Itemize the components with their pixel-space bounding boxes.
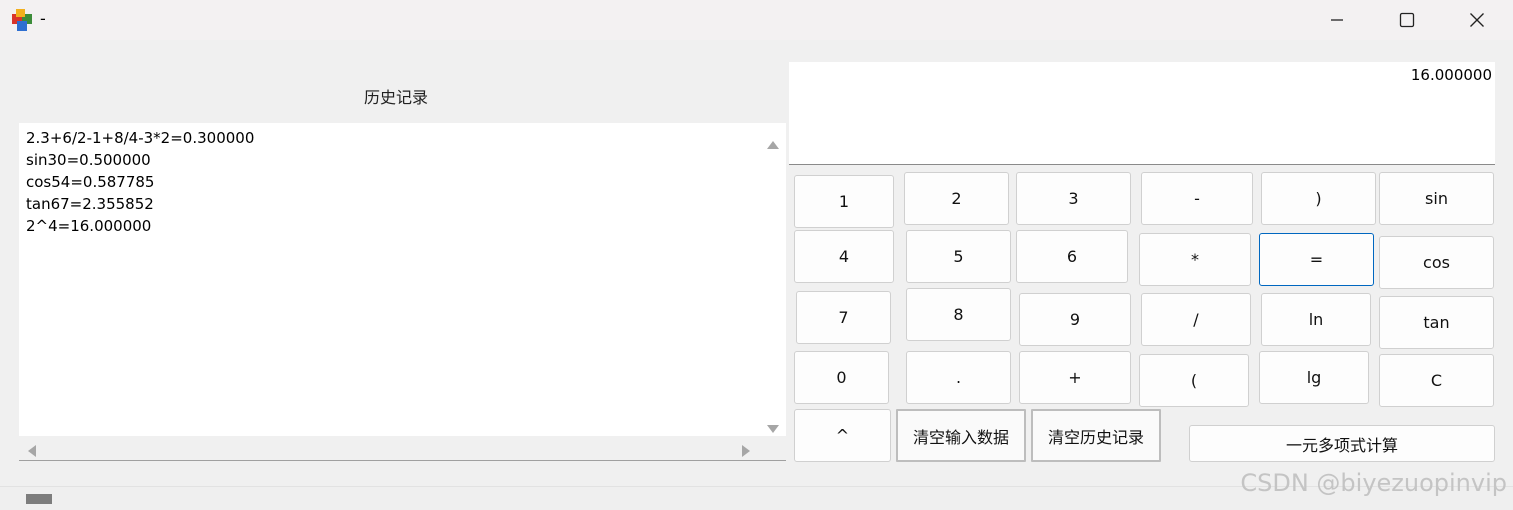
- history-entry: cos54=0.587785: [26, 173, 155, 191]
- display-value: 16.000000: [1410, 66, 1492, 84]
- key-5[interactable]: 5: [906, 230, 1011, 283]
- key-multiply[interactable]: *: [1139, 233, 1251, 286]
- result-display[interactable]: 16.000000: [789, 62, 1495, 165]
- close-icon: [1469, 12, 1485, 28]
- app-icon: [10, 8, 36, 32]
- clear-input-button[interactable]: 清空输入数据: [896, 409, 1026, 462]
- history-entry: sin30=0.500000: [26, 151, 151, 169]
- status-grip: [26, 494, 52, 504]
- key-equals[interactable]: =: [1259, 233, 1374, 286]
- minimize-button[interactable]: [1302, 0, 1372, 40]
- history-entry: 2.3+6/2-1+8/4-3*2=0.300000: [26, 129, 255, 147]
- key-divide[interactable]: /: [1141, 293, 1251, 346]
- key-2[interactable]: 2: [904, 172, 1009, 225]
- maximize-icon: [1399, 12, 1415, 28]
- key-tan[interactable]: tan: [1379, 296, 1494, 349]
- scrollbar-corner: [760, 436, 786, 460]
- key-6[interactable]: 6: [1016, 230, 1128, 283]
- key-4[interactable]: 4: [794, 230, 894, 283]
- polynomial-button[interactable]: 一元多项式计算: [1189, 425, 1495, 462]
- watermark: CSDN @biyezuopinvip: [1240, 469, 1507, 497]
- history-entry: tan67=2.355852: [26, 195, 154, 213]
- key-dot[interactable]: .: [906, 351, 1011, 404]
- scroll-right-arrow-icon[interactable]: [742, 442, 750, 461]
- history-label: 历史记录: [363, 88, 428, 107]
- key-cos[interactable]: cos: [1379, 236, 1494, 289]
- key-right-paren[interactable]: ): [1261, 172, 1376, 225]
- minimize-icon: [1330, 13, 1344, 27]
- key-clear[interactable]: C: [1379, 354, 1494, 407]
- key-power[interactable]: ^: [794, 409, 891, 462]
- key-sin[interactable]: sin: [1379, 172, 1494, 225]
- window-title: -: [40, 9, 46, 28]
- key-0[interactable]: 0: [794, 351, 889, 404]
- title-bar: -: [0, 0, 1513, 40]
- key-minus[interactable]: -: [1141, 172, 1253, 225]
- scroll-up-arrow-icon[interactable]: [767, 134, 779, 153]
- history-list[interactable]: 2.3+6/2-1+8/4-3*2=0.300000 sin30=0.50000…: [19, 123, 786, 461]
- history-entry: 2^4=16.000000: [26, 217, 152, 235]
- history-lines: 2.3+6/2-1+8/4-3*2=0.300000 sin30=0.50000…: [26, 127, 254, 237]
- scroll-down-arrow-icon[interactable]: [767, 418, 779, 437]
- key-left-paren[interactable]: (: [1139, 354, 1249, 407]
- key-9[interactable]: 9: [1019, 293, 1131, 346]
- key-plus[interactable]: +: [1019, 351, 1131, 404]
- key-3[interactable]: 3: [1016, 172, 1131, 225]
- key-ln[interactable]: ln: [1261, 293, 1371, 346]
- horizontal-scrollbar[interactable]: [19, 436, 760, 460]
- clear-history-button[interactable]: 清空历史记录: [1031, 409, 1161, 462]
- vertical-scrollbar[interactable]: [760, 123, 786, 437]
- maximize-button[interactable]: [1372, 0, 1442, 40]
- scroll-left-arrow-icon[interactable]: [28, 442, 36, 461]
- close-button[interactable]: [1442, 0, 1512, 40]
- key-1[interactable]: 1: [794, 175, 894, 228]
- key-lg[interactable]: lg: [1259, 351, 1369, 404]
- key-7[interactable]: 7: [796, 291, 891, 344]
- key-8[interactable]: 8: [906, 288, 1011, 341]
